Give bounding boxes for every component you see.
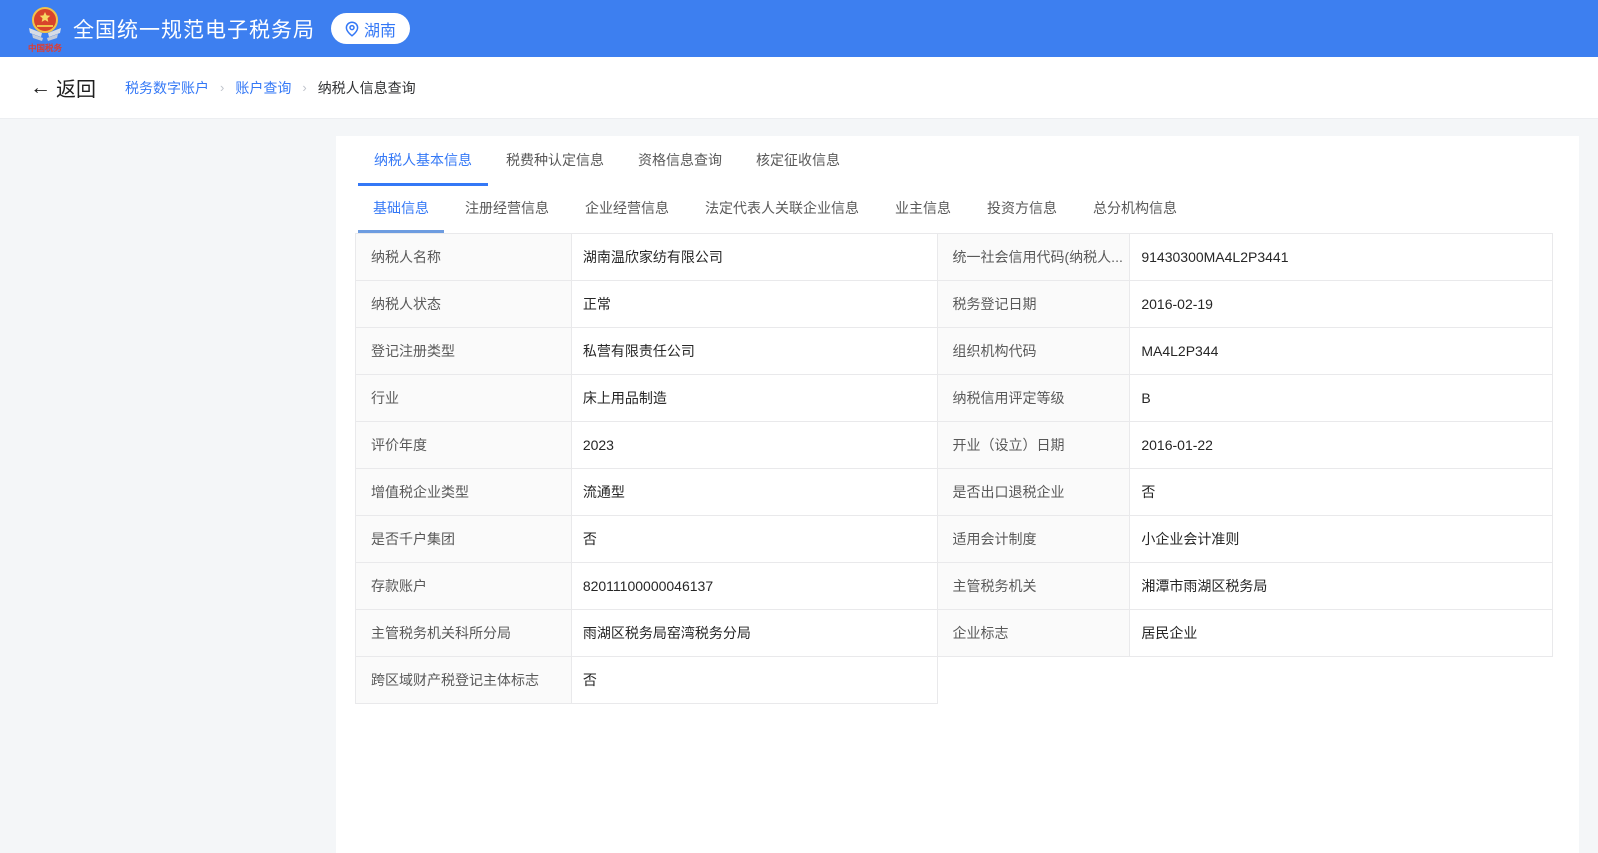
region-badge-label: 湖南: [364, 17, 396, 41]
field-value: 82011100000046137: [572, 563, 938, 610]
field-value: 湘潭市雨湖区税务局: [1130, 563, 1553, 610]
field-value: 2016-01-22: [1130, 422, 1553, 469]
table-row: 主管税务机关科所分局 雨湖区税务局窑湾税务分局 企业标志 居民企业: [356, 610, 1553, 657]
field-value: 床上用品制造: [572, 375, 938, 422]
field-label: 纳税信用评定等级: [938, 375, 1131, 422]
table-row: 登记注册类型 私营有限责任公司 组织机构代码 MA4L2P344: [356, 328, 1553, 375]
app-title: 全国统一规范电子税务局: [73, 14, 315, 44]
subtab-basic-info[interactable]: 基础信息: [358, 186, 444, 233]
header-bar: 中国税务 全国统一规范电子税务局 湖南: [0, 0, 1598, 57]
tax-bureau-emblem-icon: 中国税务: [26, 5, 64, 53]
field-value: 否: [572, 657, 938, 704]
field-label: 增值税企业类型: [356, 469, 572, 516]
breadcrumb-bar: ← 返回 税务数字账户 › 账户查询 › 纳税人信息查询: [0, 57, 1598, 119]
tab-qualification-info[interactable]: 资格信息查询: [622, 138, 738, 186]
field-label: 企业标志: [938, 610, 1131, 657]
table-row: 纳税人名称 湖南温欣家纺有限公司 统一社会信用代码(纳税人... 9143030…: [356, 234, 1553, 281]
table-row: 纳税人状态 正常 税务登记日期 2016-02-19: [356, 281, 1553, 328]
tab-assessed-collection-info[interactable]: 核定征收信息: [740, 138, 856, 186]
back-button-label: 返回: [56, 73, 96, 102]
emblem-caption: 中国税务: [28, 43, 63, 53]
table-row: 增值税企业类型 流通型 是否出口退税企业 否: [356, 469, 1553, 516]
breadcrumb: 税务数字账户 › 账户查询 › 纳税人信息查询: [125, 78, 416, 98]
field-label: 主管税务机关: [938, 563, 1131, 610]
field-value: [1130, 657, 1553, 704]
subtab-registration-business-info[interactable]: 注册经营信息: [450, 186, 564, 233]
field-value: B: [1130, 375, 1553, 422]
breadcrumb-separator: ›: [220, 80, 224, 95]
table-row: 跨区域财产税登记主体标志 否: [356, 657, 1553, 704]
subtab-hq-branch-info[interactable]: 总分机构信息: [1078, 186, 1192, 233]
field-value: 91430300MA4L2P3441: [1130, 234, 1553, 281]
field-value: 否: [1130, 469, 1553, 516]
content-panel: 纳税人基本信息 税费种认定信息 资格信息查询 核定征收信息 基础信息 注册经营信…: [336, 136, 1579, 853]
main-tabs: 纳税人基本信息 税费种认定信息 资格信息查询 核定征收信息: [336, 136, 1579, 186]
field-label: 开业（设立）日期: [938, 422, 1131, 469]
field-label: [938, 657, 1131, 704]
field-value: 雨湖区税务局窑湾税务分局: [572, 610, 938, 657]
field-label: 主管税务机关科所分局: [356, 610, 572, 657]
back-button[interactable]: ← 返回: [30, 73, 96, 102]
table-row: 评价年度 2023 开业（设立）日期 2016-01-22: [356, 422, 1553, 469]
location-pin-icon: [345, 21, 359, 37]
subtab-investor-info[interactable]: 投资方信息: [972, 186, 1072, 233]
field-label: 纳税人名称: [356, 234, 572, 281]
field-value: 小企业会计准则: [1130, 516, 1553, 563]
field-label: 组织机构代码: [938, 328, 1131, 375]
subtab-enterprise-business-info[interactable]: 企业经营信息: [570, 186, 684, 233]
field-label: 存款账户: [356, 563, 572, 610]
field-value: 正常: [572, 281, 938, 328]
field-label: 税务登记日期: [938, 281, 1131, 328]
tab-tax-type-determination[interactable]: 税费种认定信息: [490, 138, 620, 186]
table-row: 是否千户集团 否 适用会计制度 小企业会计准则: [356, 516, 1553, 563]
info-table: 纳税人名称 湖南温欣家纺有限公司 统一社会信用代码(纳税人... 9143030…: [355, 233, 1553, 704]
field-label: 是否出口退税企业: [938, 469, 1131, 516]
field-label: 跨区域财产税登记主体标志: [356, 657, 572, 704]
subtab-owner-info[interactable]: 业主信息: [880, 186, 966, 233]
breadcrumb-separator: ›: [302, 80, 306, 95]
field-value: 2023: [572, 422, 938, 469]
field-value: 否: [572, 516, 938, 563]
subtab-legal-rep-related-enterprise-info[interactable]: 法定代表人关联企业信息: [690, 186, 874, 233]
table-row: 存款账户 82011100000046137 主管税务机关 湘潭市雨湖区税务局: [356, 563, 1553, 610]
field-label: 是否千户集团: [356, 516, 572, 563]
field-label: 纳税人状态: [356, 281, 572, 328]
sub-tabs: 基础信息 注册经营信息 企业经营信息 法定代表人关联企业信息 业主信息 投资方信…: [336, 186, 1579, 233]
region-badge[interactable]: 湖南: [331, 13, 410, 44]
field-value: 流通型: [572, 469, 938, 516]
field-value: MA4L2P344: [1130, 328, 1553, 375]
field-value: 湖南温欣家纺有限公司: [572, 234, 938, 281]
field-label: 统一社会信用代码(纳税人...: [938, 234, 1131, 281]
field-label: 适用会计制度: [938, 516, 1131, 563]
field-value: 私营有限责任公司: [572, 328, 938, 375]
field-label: 评价年度: [356, 422, 572, 469]
field-label: 登记注册类型: [356, 328, 572, 375]
breadcrumb-item-taxpayer-info-query: 纳税人信息查询: [318, 78, 416, 98]
field-value: 2016-02-19: [1130, 281, 1553, 328]
table-row: 行业 床上用品制造 纳税信用评定等级 B: [356, 375, 1553, 422]
breadcrumb-item-tax-digital-account[interactable]: 税务数字账户: [125, 78, 209, 98]
field-label: 行业: [356, 375, 572, 422]
tab-taxpayer-basic-info[interactable]: 纳税人基本信息: [358, 138, 488, 186]
field-value: 居民企业: [1130, 610, 1553, 657]
breadcrumb-item-account-query[interactable]: 账户查询: [235, 78, 291, 98]
back-arrow-icon: ←: [30, 77, 51, 98]
